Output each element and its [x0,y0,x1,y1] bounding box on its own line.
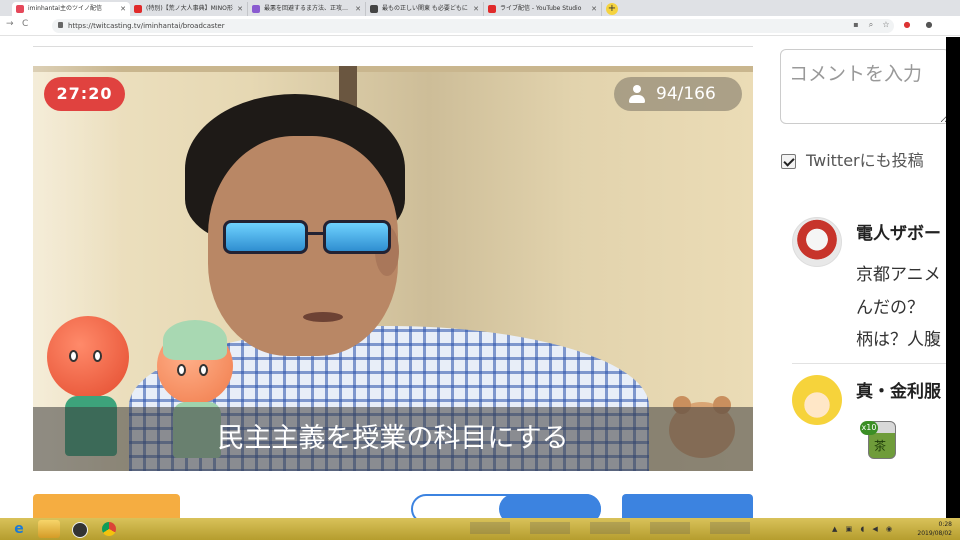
tab-youtube-studio[interactable]: ライブ配信 - YouTube Studio ✕ [484,2,602,16]
tea-item-stamp: 茶 x10 [860,415,900,465]
viewer-count-badge: 94/166 [614,77,742,111]
mascot-eye [69,350,78,362]
comment-item: 電人ザボー 京都アニメ んだの？ 柄は？人腹 [792,217,946,350]
window-edge [946,37,960,518]
viewer-count: 94/166 [656,84,716,104]
tab-favicon-icon [252,5,260,13]
reload-icon[interactable]: C [22,19,28,29]
comment-divider [792,363,946,364]
profile-avatar-icon[interactable]: ● [924,20,934,30]
action-button[interactable] [622,494,753,518]
divider [33,46,753,47]
tab-title: iminhantai主のツイノ配信 [28,5,102,12]
taskbar-reflection [470,522,770,534]
tab-close-icon[interactable]: ✕ [237,2,243,16]
stamp-label: 茶 [874,439,887,453]
tab-close-icon[interactable]: ✕ [120,2,126,16]
clock-date: 2019/08/02 [917,530,952,537]
browser-toolbar: → C https://twitcasting.tv/iminhantai/br… [0,16,960,36]
comment-author[interactable]: 真・金利服 [856,377,941,402]
clock-time: 0:28 [938,521,952,528]
mascot-head [47,316,129,398]
stamp-count-badge: x10 [860,421,878,435]
comment-author[interactable]: 電人ザボー [856,219,941,244]
chrome-icon[interactable] [98,520,120,538]
glasses-lens-right [323,220,391,254]
tab-title: (特別)【荒ノ大人事典】MINO形 [146,5,233,12]
presenter-mouth [303,312,343,322]
mode-toggle-knob [499,494,601,518]
new-tab-button[interactable]: + [606,3,618,15]
tab-favicon-icon [16,5,24,13]
tab-title: ライブ配信 - YouTube Studio [500,5,582,12]
file-explorer-icon[interactable] [38,520,60,538]
taskbar: e ▲ ▣ ◖ ◀ ◉ 0:28 2019/08/02 [0,518,960,540]
person-icon [628,85,646,103]
page: 27:20 94/166 民主主義を授業の科目にする Twitterにも投稿 電… [0,37,946,518]
tab-youtube-video[interactable]: (特別)【荒ノ大人事典】MINO形 ✕ [130,2,248,16]
glasses-bridge [306,232,326,235]
url-text: https://twitcasting.tv/iminhantai/broadc… [68,22,225,30]
mascot-eye [177,364,186,376]
mode-toggle[interactable] [411,494,601,518]
clock[interactable]: 0:28 2019/08/02 [917,520,952,538]
tab-favicon-icon [134,5,142,13]
comment-text-line: 柄は？人腹 [856,330,941,350]
tab-favicon-icon [370,5,378,13]
tab-close-icon[interactable]: ✕ [355,2,361,16]
tab-article[interactable]: 最悪を回避するま方法、正攻法に ✕ [248,2,366,16]
screen: iminhantai主のツイノ配信 ✕ (特別)【荒ノ大人事典】MINO形 ✕ … [0,0,960,540]
end-broadcast-button[interactable] [33,494,180,518]
mascot-eye [199,364,208,376]
avatar[interactable] [792,375,842,425]
video-preview[interactable]: 27:20 94/166 民主主義を授業の科目にする [33,66,753,471]
lock-icon [58,22,63,28]
comment-input[interactable] [780,49,946,124]
cast-icon[interactable]: ▪ [851,20,861,30]
tab-close-icon[interactable]: ✕ [591,2,597,16]
obs-icon[interactable] [68,520,90,538]
caption-bar: 民主主義を授業の科目にする [33,407,753,471]
system-tray: ▲ ▣ ◖ ◀ ◉ 0:28 2019/08/02 [832,520,952,538]
tab-page[interactable]: 最もの正しい関東 も必要どもに ✕ [366,2,484,16]
internet-explorer-icon[interactable]: e [8,520,30,538]
tray-icons[interactable]: ▲ ▣ ◖ ◀ ◉ [832,525,895,533]
comment-item: 真・金利服 茶 x10 ［ [792,375,946,485]
background-frame [33,66,753,72]
elapsed-timer-badge: 27:20 [44,77,125,111]
address-bar[interactable]: https://twitcasting.tv/iminhantai/broadc… [52,19,894,33]
comment-text-line: んだの？ [856,298,924,318]
tab-close-icon[interactable]: ✕ [473,2,479,16]
tab-title: 最悪を回避するま方法、正攻法に [264,5,351,12]
caption-text: 民主主義を授業の科目にする [217,423,569,454]
comment-text-line: 京都アニメ [856,265,941,285]
comment-text-line: ［ [932,421,946,450]
zoom-icon[interactable]: ⌕ [866,20,876,30]
browser-tab-strip: iminhantai主のツイノ配信 ✕ (特別)【荒ノ大人事典】MINO形 ✕ … [0,0,960,16]
back-arrow-icon[interactable]: → [6,19,14,29]
tab-title: 最もの正しい関東 も必要どもに [382,5,468,12]
extension-icon[interactable]: ● [902,20,912,30]
mascot-hat [163,320,227,360]
tab-twitcasting[interactable]: iminhantai主のツイノ配信 ✕ [12,2,130,16]
glasses-lens-left [223,220,308,254]
avatar[interactable] [792,217,842,267]
tab-favicon-icon [488,5,496,13]
mascot-eye [93,350,102,362]
twitter-checkbox-label: Twitterにも投稿 [806,151,924,170]
twitter-checkbox[interactable] [781,154,796,169]
twitter-post-option[interactable]: Twitterにも投稿 [781,149,946,173]
bookmark-star-icon[interactable]: ☆ [881,20,891,30]
